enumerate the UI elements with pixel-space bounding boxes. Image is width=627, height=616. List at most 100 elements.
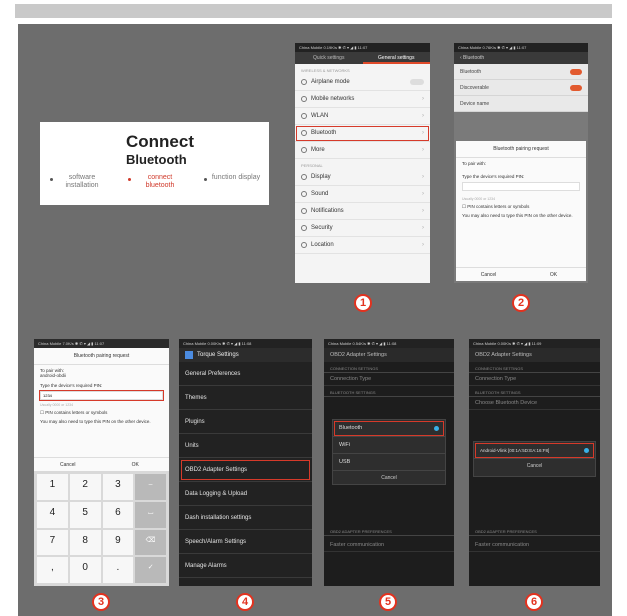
key-done[interactable]: ✓ [135, 557, 166, 583]
status-bar: China Mobile 7.0K/s ✱ ✆ ▾ ◢ ▮ 11:07 [34, 339, 169, 348]
step-number-1: 1 [354, 294, 372, 312]
cancel-button[interactable]: Cancel [333, 471, 445, 485]
torque-item-speech-alarm[interactable]: Speech/Alarm Settings [179, 530, 312, 554]
pin-input[interactable]: 1234 [39, 390, 164, 401]
key-comma[interactable]: , [37, 557, 68, 583]
title-card: Connect Bluetooth software installation … [40, 122, 269, 205]
pref-faster-communication[interactable]: Faster communication [469, 539, 600, 552]
pin-input[interactable] [462, 182, 580, 191]
torque-item-plugins[interactable]: Plugins [179, 410, 312, 434]
pref-choose-device[interactable]: Choose Bluetooth Device [469, 397, 600, 410]
section-connection: CONNECTION SETTINGS [469, 362, 600, 373]
pref-connection-type[interactable]: Connection Type [469, 373, 600, 386]
dialog-buttons: Cancel OK [456, 267, 586, 281]
settings-item-sound[interactable]: Sound › [295, 186, 430, 203]
key-5[interactable]: 5 [69, 501, 101, 528]
chevron-right-icon: › [422, 191, 424, 197]
settings-item-airplane[interactable]: Airplane mode [295, 74, 430, 91]
torque-item-dash-install[interactable]: Dash installation settings [179, 506, 312, 530]
chevron-right-icon: › [422, 225, 424, 231]
settings-item-mobile-networks[interactable]: Mobile networks › [295, 91, 430, 108]
key-dash[interactable]: – [135, 474, 166, 500]
chevron-right-icon: › [422, 96, 424, 102]
chevron-right-icon: › [422, 174, 424, 180]
ok-button[interactable]: OK [102, 458, 170, 471]
location-icon [301, 242, 307, 248]
tutorial-panel: Connect Bluetooth software installation … [18, 24, 612, 616]
section-personal: PERSONAL [301, 163, 323, 168]
pin-hint: Usually 0000 or 1234 [462, 197, 496, 201]
settings-item-more[interactable]: More › [295, 142, 430, 159]
phone-connection-type: China Mobile 0.54K/s ✱ ✆ ▾ ◢ ▮ 11:08 OBD… [324, 339, 454, 586]
key-7[interactable]: 7 [37, 529, 68, 556]
key-9[interactable]: 9 [102, 529, 134, 556]
key-0[interactable]: 0 [69, 557, 101, 583]
pairing-dialog: Bluetooth pairing request To pair with: … [456, 141, 586, 281]
device-option-vlink[interactable]: Android-Vlink [00:1A:5D:EA:16:F8] [474, 442, 595, 459]
radio-selected [584, 447, 589, 453]
phone-pairing-dialog: China Mobile 0.76K/s ✱ ✆ ▾ ◢ ▮ 11:07 ‹ B… [454, 43, 588, 283]
tab-general-settings[interactable]: General settings [362, 52, 430, 64]
key-space[interactable]: ⌴ [135, 501, 166, 528]
step-number-5: 5 [379, 593, 397, 611]
settings-item-security[interactable]: Security › [295, 220, 430, 237]
torque-item-obd2-adapter[interactable]: OBD2 Adapter Settings [179, 458, 312, 482]
option-bluetooth[interactable]: Bluetooth [333, 420, 445, 437]
more-icon [301, 147, 307, 153]
key-period[interactable]: . [102, 557, 134, 583]
pin-prompt: Type the device's required PIN: [462, 174, 525, 179]
settings-item-display[interactable]: Display › [295, 169, 430, 186]
settings-tabs: Quick settings General settings [295, 52, 430, 64]
torque-item-themes[interactable]: Themes [179, 386, 312, 410]
cancel-button[interactable]: Cancel [456, 268, 521, 281]
torque-item-units[interactable]: Units [179, 434, 312, 458]
torque-item-general[interactable]: General Preferences [179, 362, 312, 386]
torque-item-data-logging[interactable]: Data Logging & Upload [179, 482, 312, 506]
connection-type-popup: Bluetooth WiFi USB Cancel [332, 419, 446, 485]
sound-icon [301, 191, 307, 197]
section-bluetooth: BLUETOOTH SETTINGS [469, 386, 600, 397]
settings-item-wlan[interactable]: WLAN › [295, 108, 430, 125]
cancel-button[interactable]: Cancel [34, 458, 102, 471]
pin-symbols-checkbox[interactable]: ☐ PIN contains letters or symbols [34, 407, 169, 416]
bluetooth-header[interactable]: ‹ Bluetooth [454, 52, 588, 64]
cancel-button[interactable]: Cancel [474, 459, 595, 473]
key-2[interactable]: 2 [69, 474, 101, 500]
phone-pin-entry: China Mobile 7.0K/s ✱ ✆ ▾ ◢ ▮ 11:07 Blue… [34, 339, 169, 586]
obd2-header: OBD2 Adapter Settings [469, 348, 600, 362]
pin-symbols-checkbox[interactable]: ☐ PIN contains letters or symbols [456, 201, 586, 210]
section-wireless: WIRELESS & NETWORKS [301, 68, 350, 73]
step-number-6: 6 [525, 593, 543, 611]
key-8[interactable]: 8 [69, 529, 101, 556]
torque-header: Torque Settings [179, 348, 312, 362]
option-wifi[interactable]: WiFi [333, 437, 445, 454]
wifi-icon [301, 113, 307, 119]
dialog-title: Bluetooth pairing request [456, 141, 586, 158]
settings-item-location[interactable]: Location › [295, 237, 430, 254]
discoverable-toggle [570, 84, 582, 91]
pin-dialog: Bluetooth pairing request To pair with: … [34, 348, 169, 471]
key-backspace[interactable]: ⌫ [135, 529, 166, 556]
step-label-software: software installation [65, 174, 99, 189]
airplane-toggle[interactable] [410, 79, 424, 85]
pref-connection-type[interactable]: Connection Type [324, 373, 454, 386]
bt-row-device-name: Device name [454, 96, 588, 112]
settings-item-notifications[interactable]: Notifications › [295, 203, 430, 220]
key-4[interactable]: 4 [37, 501, 68, 528]
settings-item-bluetooth[interactable]: Bluetooth › [295, 125, 430, 142]
step-label-connect: connect bluetooth [145, 174, 175, 189]
pref-faster-communication[interactable]: Faster communication [324, 539, 454, 552]
tab-quick-settings[interactable]: Quick settings [295, 52, 363, 64]
ok-button[interactable]: OK [521, 268, 586, 281]
key-3[interactable]: 3 [102, 474, 134, 500]
key-6[interactable]: 6 [102, 501, 134, 528]
pair-with-label: To pair with: [462, 161, 487, 166]
radio-selected [434, 425, 439, 431]
key-1[interactable]: 1 [37, 474, 68, 500]
chevron-right-icon: › [422, 113, 424, 119]
display-icon [301, 174, 307, 180]
pin-note: You may also need to type this PIN on th… [40, 419, 151, 424]
step-number-3: 3 [92, 593, 110, 611]
option-usb[interactable]: USB [333, 454, 445, 471]
torque-item-manage-alarms[interactable]: Manage Alarms [179, 554, 312, 578]
